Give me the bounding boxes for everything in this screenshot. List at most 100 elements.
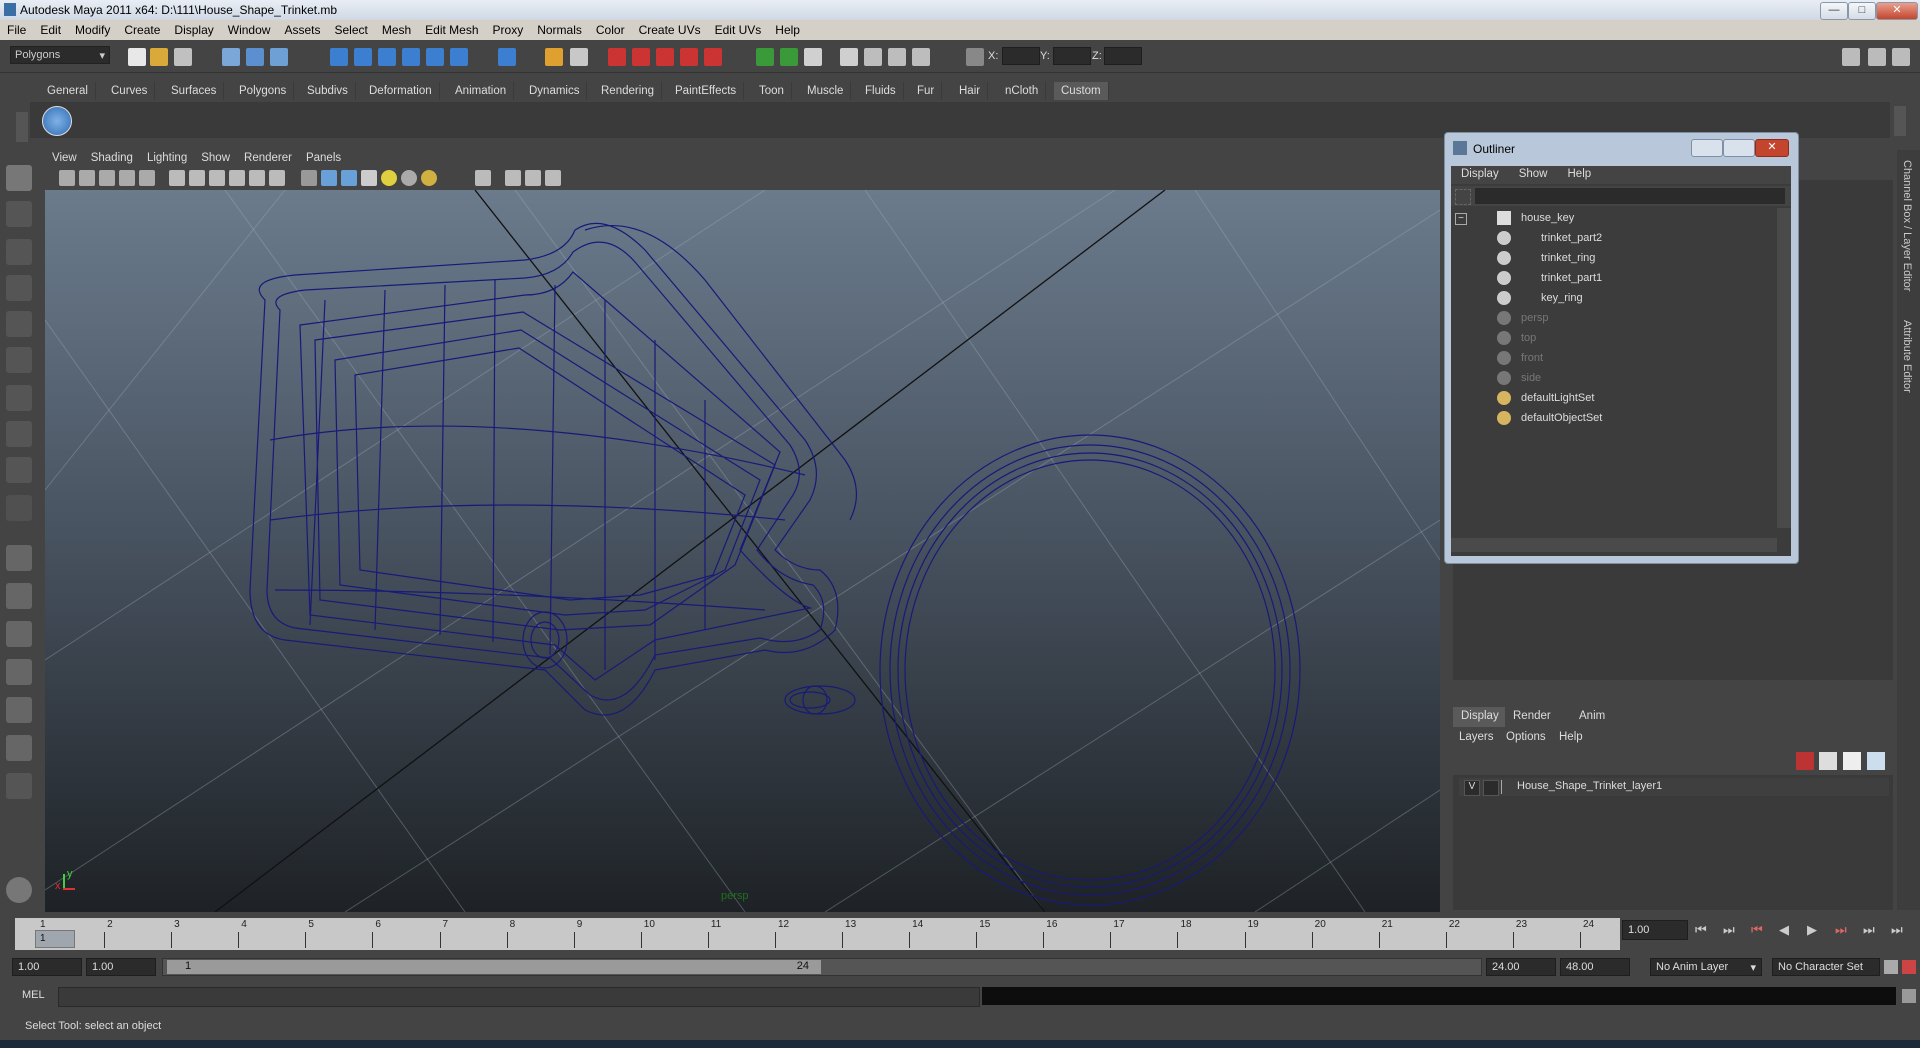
menu-mesh[interactable]: Mesh (375, 20, 418, 37)
share-icon[interactable] (545, 170, 561, 186)
image-plane-icon[interactable] (119, 170, 135, 186)
use-all-lights-icon[interactable] (381, 170, 397, 186)
x-field[interactable] (1002, 47, 1040, 65)
command-input[interactable] (58, 987, 980, 1007)
channel-box-toggle-icon[interactable] (1868, 48, 1886, 66)
attribute-editor-side-tab[interactable]: Attribute Editor (1901, 320, 1913, 393)
playback-start-field[interactable]: 1.00 (86, 958, 156, 976)
channel-box-side-tab[interactable]: Channel Box / Layer Editor (1901, 160, 1913, 291)
snap-plane-icon[interactable] (402, 48, 420, 66)
animation-start-field[interactable]: 1.00 (12, 958, 82, 976)
show-panel-icon[interactable] (804, 48, 822, 66)
outliner-item[interactable]: defaultLightSet (1451, 390, 1771, 408)
tab-surfaces[interactable]: Surfaces (164, 82, 225, 100)
outliner-search-input[interactable] (1475, 188, 1785, 204)
save-scene-icon[interactable] (174, 48, 192, 66)
move-layer-down-icon[interactable] (1867, 752, 1885, 770)
menu-normals[interactable]: Normals (530, 20, 589, 37)
snap-point-icon[interactable] (378, 48, 396, 66)
auto-key-icon[interactable] (1884, 960, 1898, 974)
snap-grid-icon[interactable] (330, 48, 348, 66)
resolution-gate-icon[interactable] (189, 170, 205, 186)
smooth-shade-icon[interactable] (321, 170, 337, 186)
script-editor-icon[interactable] (1902, 989, 1916, 1003)
menu-edit-uvs[interactable]: Edit UVs (708, 20, 769, 37)
menu-create[interactable]: Create (117, 20, 167, 37)
panel-menu-lighting[interactable]: Lighting (140, 150, 194, 166)
wireframe-on-shaded-icon[interactable] (341, 170, 357, 186)
move-tool-icon[interactable] (6, 275, 32, 301)
render-current-icon[interactable] (656, 48, 674, 66)
current-time-field[interactable]: 1.00 (1622, 920, 1688, 940)
play-backwards-icon[interactable]: ◀ (1779, 922, 1789, 938)
outliner-item[interactable]: trinket_ring (1451, 250, 1771, 268)
layer-menu-options[interactable]: Options (1506, 731, 1546, 743)
select-highlight-icon[interactable] (570, 48, 588, 66)
menu-create-uvs[interactable]: Create UVs (632, 20, 708, 37)
tab-subdivs[interactable]: Subdivs (300, 82, 356, 100)
menu-color[interactable]: Color (589, 20, 632, 37)
panel-menu-panels[interactable]: Panels (299, 150, 348, 166)
film-gate-icon[interactable] (169, 170, 185, 186)
menu-select[interactable]: Select (327, 20, 374, 37)
construction-history-icon[interactable] (632, 48, 650, 66)
persp-graph-layout-icon[interactable] (6, 659, 32, 685)
grid-toggle-icon[interactable] (139, 170, 155, 186)
soft-modification-icon[interactable] (6, 421, 32, 447)
isolate-select-icon[interactable] (475, 170, 491, 186)
tab-hair[interactable]: Hair (952, 82, 989, 100)
playback-end-field[interactable]: 24.00 (1486, 958, 1556, 976)
tab-animation[interactable]: Animation (448, 82, 515, 100)
single-perspective-layout-icon[interactable] (6, 545, 32, 571)
show-manipulator-icon[interactable] (6, 457, 32, 483)
tab-anim[interactable]: Anim (1579, 707, 1605, 722)
xray-joints-icon[interactable] (525, 170, 541, 186)
menu-proxy[interactable]: Proxy (486, 20, 531, 37)
xray-icon[interactable] (505, 170, 521, 186)
rename-icon[interactable] (780, 48, 798, 66)
snap-surface-icon[interactable] (426, 48, 444, 66)
outliner-item[interactable]: side (1451, 370, 1771, 388)
select-object-icon[interactable] (246, 48, 264, 66)
camera-attributes-icon[interactable] (79, 170, 95, 186)
mode-selector[interactable]: Polygons ▾ (10, 46, 110, 64)
menu-assets[interactable]: Assets (277, 20, 327, 37)
select-component-icon[interactable] (270, 48, 288, 66)
outliner-vertical-scrollbar[interactable] (1777, 208, 1791, 528)
outliner-item[interactable]: key_ring (1451, 290, 1771, 308)
tool-settings-toggle-icon[interactable] (1892, 48, 1910, 66)
tab-render[interactable]: Render (1513, 707, 1551, 722)
universal-manipulator-icon[interactable] (6, 385, 32, 411)
menu-window[interactable]: Window (221, 20, 278, 37)
filter-icon[interactable] (1455, 189, 1471, 205)
scale-tool-icon[interactable] (6, 347, 32, 373)
outliner-item[interactable]: front (1451, 350, 1771, 368)
high-quality-icon[interactable] (421, 170, 437, 186)
step-forward-key-icon[interactable]: ⏭ (1863, 922, 1875, 938)
outliner-minimize-button[interactable] (1691, 139, 1723, 157)
lasso-tool-icon[interactable] (6, 201, 32, 227)
select-hierarchy-icon[interactable] (222, 48, 240, 66)
step-forward-frame-icon[interactable]: ⏭ (1835, 922, 1847, 938)
tab-ncloth[interactable]: nCloth (998, 82, 1047, 100)
layer-menu-help[interactable]: Help (1559, 731, 1583, 743)
go-to-start-icon[interactable]: ⏮ (1695, 922, 1707, 938)
outliner-item[interactable]: persp (1451, 310, 1771, 328)
persp-outliner-layout-icon[interactable] (6, 621, 32, 647)
history-icon[interactable] (608, 48, 626, 66)
select-tool-icon[interactable] (6, 165, 32, 191)
rotate-tool-icon[interactable] (6, 311, 32, 337)
outliner-item[interactable]: trinket_part2 (1451, 230, 1771, 248)
command-language-label[interactable]: MEL (22, 989, 45, 1001)
tab-general[interactable]: General (40, 82, 96, 100)
anim-layer-selector[interactable]: No Anim Layer ▾ (1650, 958, 1762, 976)
ipr-render-icon[interactable] (680, 48, 698, 66)
tab-custom[interactable]: Custom (1054, 82, 1109, 100)
range-slider[interactable]: 1 24 (162, 958, 1482, 976)
go-to-end-icon[interactable]: ⏭ (1891, 922, 1903, 938)
outliner-horizontal-scrollbar[interactable] (1451, 538, 1777, 552)
preferences-icon[interactable] (1902, 960, 1916, 974)
batch-render-icon[interactable] (912, 48, 930, 66)
last-tool-icon[interactable] (6, 495, 32, 521)
maximize-button[interactable]: □ (1848, 2, 1876, 20)
